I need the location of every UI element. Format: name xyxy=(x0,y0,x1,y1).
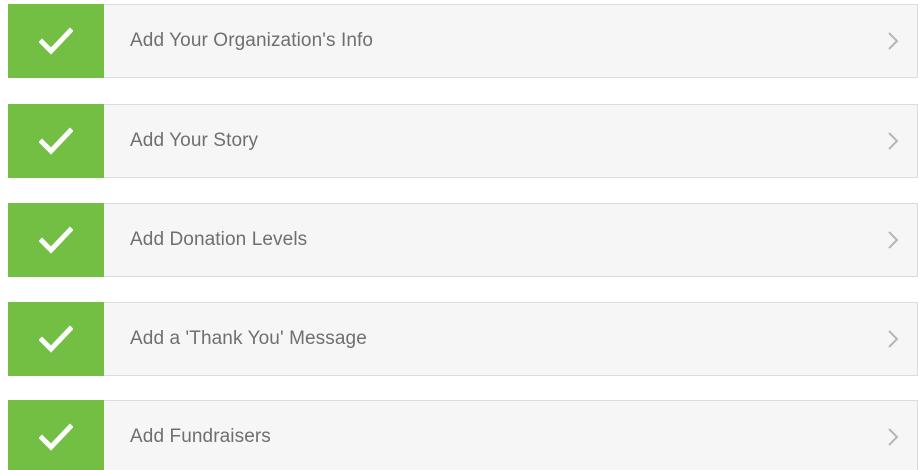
check-icon xyxy=(39,423,73,451)
step-label: Add Donation Levels xyxy=(130,229,308,250)
check-icon xyxy=(39,325,73,353)
step-label: Add Your Organization's Info xyxy=(130,30,374,51)
step-status-complete xyxy=(8,302,104,376)
chevron-right-icon[interactable] xyxy=(887,31,899,51)
check-icon xyxy=(39,27,73,55)
chevron-right-icon[interactable] xyxy=(887,131,899,151)
step-status-complete xyxy=(8,203,104,277)
step-row-thank-you-message[interactable]: Add a 'Thank You' Message xyxy=(8,302,918,376)
step-label: Add a 'Thank You' Message xyxy=(130,328,367,349)
step-row-organization-info[interactable]: Add Your Organization's Info xyxy=(8,4,918,78)
step-status-complete xyxy=(8,104,104,178)
step-label: Add Fundraisers xyxy=(130,426,271,447)
chevron-right-icon[interactable] xyxy=(887,230,899,250)
step-row-story[interactable]: Add Your Story xyxy=(8,104,918,178)
chevron-right-icon[interactable] xyxy=(887,427,899,447)
step-row-fundraisers[interactable]: Add Fundraisers xyxy=(8,400,918,470)
step-row-donation-levels[interactable]: Add Donation Levels xyxy=(8,203,918,277)
step-label: Add Your Story xyxy=(130,130,259,151)
step-status-complete xyxy=(8,4,104,78)
chevron-right-icon[interactable] xyxy=(887,329,899,349)
check-icon xyxy=(39,127,73,155)
check-icon xyxy=(39,226,73,254)
step-status-complete xyxy=(8,400,104,470)
